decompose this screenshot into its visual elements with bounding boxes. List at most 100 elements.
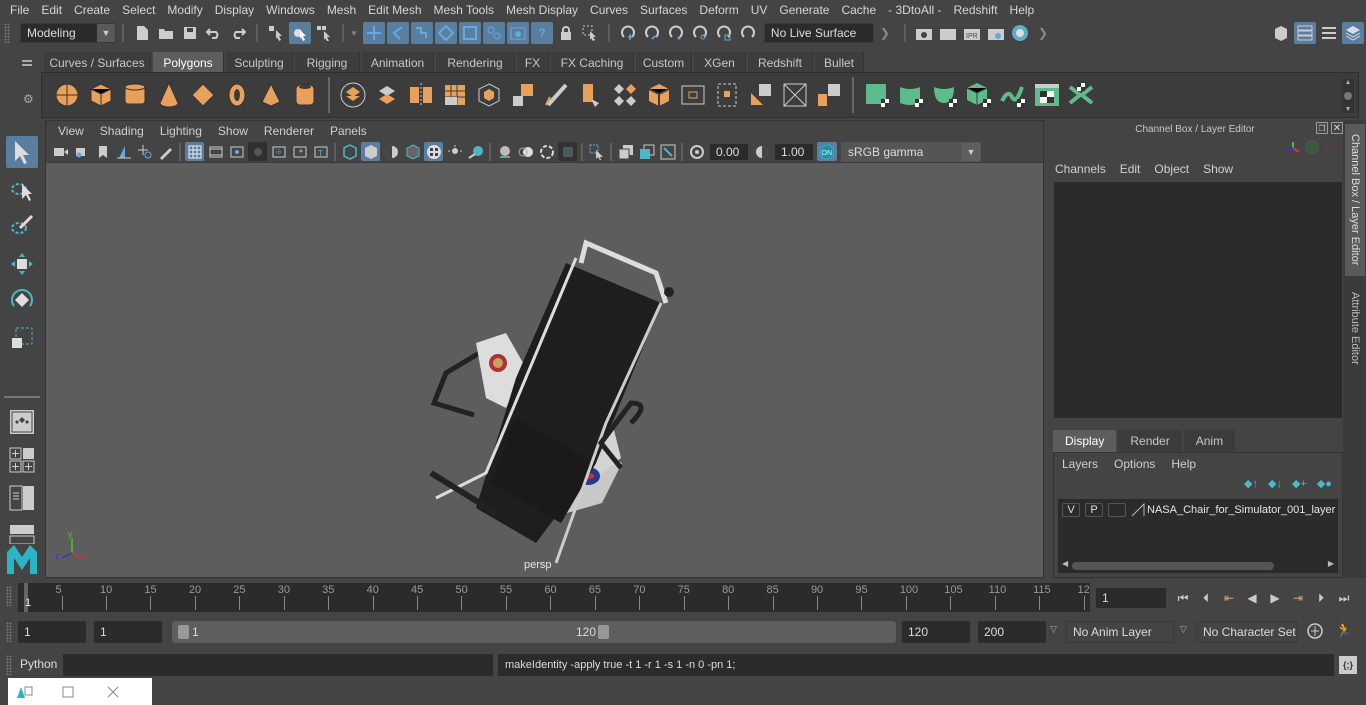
current-frame-field[interactable]: 1 bbox=[1096, 588, 1166, 608]
exposure-field[interactable]: 0.00 bbox=[710, 143, 748, 160]
poly-pipe-icon[interactable] bbox=[291, 81, 319, 109]
menu-create[interactable]: Create bbox=[68, 3, 116, 17]
menu-mesh-tools[interactable]: Mesh Tools bbox=[428, 3, 500, 17]
layer-tab-render[interactable]: Render bbox=[1118, 430, 1182, 452]
select-hierarchy-icon[interactable] bbox=[265, 22, 287, 44]
scroll-right-icon[interactable]: ▶ bbox=[1328, 559, 1334, 568]
close-icon[interactable] bbox=[96, 686, 130, 698]
layer-horizontal-scrollbar[interactable]: ◀ ▶ bbox=[1062, 559, 1334, 571]
snap-to-points-icon[interactable] bbox=[665, 22, 687, 44]
play-forward-icon[interactable]: ▶ bbox=[1266, 589, 1284, 607]
viewport-menu-renderer[interactable]: Renderer bbox=[256, 124, 322, 138]
menu-edit-mesh[interactable]: Edit Mesh bbox=[362, 3, 427, 17]
anti-aliasing-icon[interactable] bbox=[537, 142, 556, 161]
layer-menu-options[interactable]: Options bbox=[1114, 457, 1155, 471]
live-surface-field[interactable]: No Live Surface bbox=[763, 23, 874, 43]
wireframe-on-shaded-icon[interactable] bbox=[403, 142, 422, 161]
auto-key-icon[interactable] bbox=[1306, 622, 1324, 643]
channel-menu-object[interactable]: Object bbox=[1154, 162, 1189, 176]
shadows-icon[interactable] bbox=[466, 142, 485, 161]
play-backward-icon[interactable]: ◀ bbox=[1243, 589, 1261, 607]
channel-menu-show[interactable]: Show bbox=[1203, 162, 1233, 176]
grip-handle[interactable] bbox=[4, 23, 10, 43]
step-forward-icon[interactable]: ⏵ bbox=[1312, 589, 1330, 607]
shelf-tab-bullet[interactable]: Bullet bbox=[815, 52, 864, 73]
channel-box-toggle-icon[interactable] bbox=[1342, 22, 1364, 44]
script-language-toggle[interactable]: Python bbox=[20, 657, 57, 671]
snap-to-magnet-icon[interactable] bbox=[737, 22, 759, 44]
anim-layer-dropdown[interactable]: No Anim Layer bbox=[1066, 621, 1174, 643]
select-region-icon[interactable] bbox=[579, 22, 601, 44]
isolate-select-icon[interactable] bbox=[587, 142, 606, 161]
command-input[interactable] bbox=[63, 654, 493, 676]
layer-tab-display[interactable]: Display bbox=[1053, 430, 1117, 452]
attribute-editor-toggle-icon[interactable] bbox=[1294, 22, 1316, 44]
multi-cut-icon[interactable] bbox=[713, 81, 741, 109]
menu-select[interactable]: Select bbox=[116, 3, 161, 17]
rotate-tool[interactable] bbox=[6, 284, 38, 316]
nasa-chair-model[interactable] bbox=[429, 239, 674, 564]
menu-redshift[interactable]: Redshift bbox=[948, 3, 1004, 17]
poly-diamond-icon[interactable] bbox=[189, 81, 217, 109]
menu-mesh-display[interactable]: Mesh Display bbox=[500, 3, 584, 17]
resolution-gate-icon[interactable] bbox=[227, 142, 246, 161]
workspace-dropdown[interactable]: Modeling ▼ bbox=[20, 23, 116, 43]
new-layer-selected-icon[interactable]: ◆● bbox=[1317, 477, 1332, 490]
step-back-key-icon[interactable]: ⇤ bbox=[1220, 589, 1238, 607]
playback-end-field[interactable]: 120 bbox=[902, 621, 970, 643]
gamma-icon[interactable] bbox=[752, 142, 771, 161]
save-scene-icon[interactable] bbox=[179, 22, 201, 44]
bevel-icon[interactable] bbox=[543, 81, 571, 109]
insert-edge-loop-icon[interactable] bbox=[679, 81, 707, 109]
layer-color-icon[interactable] bbox=[1131, 502, 1145, 520]
layer-name[interactable]: NASA_Chair_for_Simulator_001_layer bbox=[1147, 504, 1335, 516]
ipr-render-icon[interactable]: IPR bbox=[961, 22, 983, 44]
gear-icon[interactable]: ⚙ bbox=[23, 92, 34, 106]
scale-tool[interactable] bbox=[6, 322, 38, 354]
channel-list[interactable] bbox=[1054, 182, 1342, 418]
camera-attributes-icon[interactable] bbox=[72, 142, 91, 161]
manipulator-axes-icon[interactable] bbox=[1285, 140, 1301, 159]
layer-menu-help[interactable]: Help bbox=[1171, 457, 1196, 471]
chevron-right-icon[interactable]: ❯ bbox=[1038, 26, 1048, 40]
chevron-down-icon[interactable]: ▼ bbox=[350, 29, 358, 38]
go-to-end-icon[interactable]: ⏭ bbox=[1335, 589, 1353, 607]
wireframe-icon[interactable] bbox=[340, 142, 359, 161]
planar-uv-icon[interactable] bbox=[863, 81, 891, 109]
lasso-tool[interactable] bbox=[6, 174, 38, 206]
layer-playback-toggle[interactable]: P bbox=[1085, 503, 1103, 517]
viewport-menu-panels[interactable]: Panels bbox=[322, 124, 375, 138]
target-weld-icon[interactable] bbox=[747, 81, 775, 109]
automatic-uv-icon[interactable] bbox=[965, 81, 993, 109]
grip-handle[interactable] bbox=[6, 622, 12, 642]
use-all-lights-icon[interactable] bbox=[445, 142, 464, 161]
menu-generate[interactable]: Generate bbox=[773, 3, 835, 17]
bookmark-icon[interactable] bbox=[93, 142, 112, 161]
shelf-tab-redshift[interactable]: Redshift bbox=[748, 52, 813, 73]
menu-cache[interactable]: Cache bbox=[835, 3, 882, 17]
collapse-icon[interactable] bbox=[781, 81, 809, 109]
scroll-thumb[interactable] bbox=[1344, 92, 1352, 100]
shelf-tab-polygons[interactable]: Polygons bbox=[153, 52, 224, 73]
maximize-icon[interactable] bbox=[40, 686, 96, 698]
step-back-icon[interactable]: ⏴ bbox=[1197, 589, 1215, 607]
shelf-tab-rendering[interactable]: Rendering bbox=[436, 52, 515, 73]
poly-sphere-icon[interactable] bbox=[53, 81, 81, 109]
end-time-field[interactable]: 200 bbox=[978, 621, 1046, 643]
layer-row[interactable]: V P NASA_Chair_for_Simulator_001_layer bbox=[1058, 499, 1338, 521]
shelf-tab-animation[interactable]: Animation bbox=[362, 52, 434, 73]
cylindrical-uv-icon[interactable] bbox=[897, 81, 925, 109]
extrude-icon[interactable] bbox=[577, 81, 605, 109]
snap-to-grids-icon[interactable] bbox=[617, 22, 639, 44]
help-icon[interactable]: ? bbox=[530, 22, 553, 44]
single-perspective-layout[interactable] bbox=[6, 406, 38, 438]
2d-pan-zoom-icon[interactable] bbox=[135, 142, 154, 161]
new-scene-icon[interactable] bbox=[131, 22, 153, 44]
step-forward-key-icon[interactable]: ⇥ bbox=[1289, 589, 1307, 607]
layer-visibility-toggle[interactable]: V bbox=[1062, 503, 1080, 517]
snap-to-surfaces-icon[interactable] bbox=[713, 22, 735, 44]
hypershade-icon[interactable] bbox=[1009, 22, 1031, 44]
timeline-track[interactable]: 1 5 10 15 20 25 30 35 40 45 50 55 60 65 70 75 80 85 90 95 1… bbox=[18, 583, 1090, 612]
default-material-icon[interactable] bbox=[382, 142, 401, 161]
snap-grid-icon[interactable] bbox=[362, 22, 385, 44]
